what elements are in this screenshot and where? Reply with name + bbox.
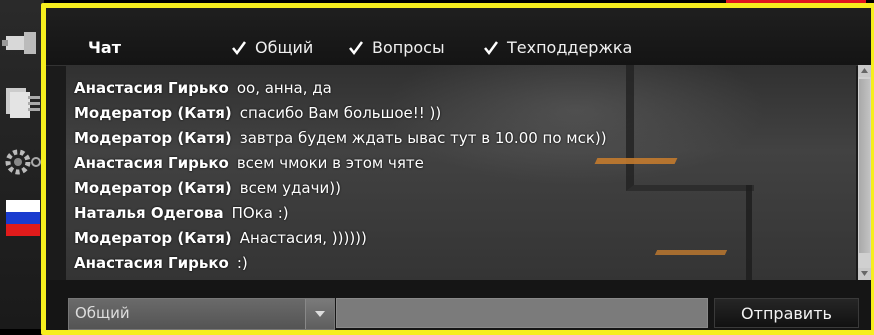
checkmark-icon[interactable] [348, 40, 364, 56]
russia-flag-icon[interactable] [6, 200, 40, 236]
message-author: Анастасия Гирько [74, 154, 229, 172]
chat-message: Модератор (Катя) всем удачи)) [74, 176, 856, 201]
scroll-up-button[interactable] [858, 65, 871, 77]
message-author: Анастасия Гирько [74, 79, 229, 97]
channel-select-value: Общий [75, 304, 130, 322]
channel-select[interactable]: Общий [68, 298, 335, 330]
scroll-thumb[interactable] [859, 79, 870, 253]
message-text: ПОка :) [231, 204, 289, 222]
chat-message: Модератор (Катя) спасибо Вам большое!! )) [74, 101, 856, 126]
chat-title: Чат [88, 38, 121, 57]
message-text: спасибо Вам большое!! )) [239, 104, 442, 122]
arrow-up-icon [861, 68, 868, 73]
message-text: оо, анна, да [236, 79, 332, 97]
filter-general[interactable]: Общий [231, 38, 313, 57]
filter-label: Общий [255, 38, 314, 57]
arrow-down-icon [861, 271, 868, 276]
filter-label: Техподдержка [507, 38, 633, 57]
messages: Анастасия Гирько оо, анна, да Модератор (… [74, 65, 856, 276]
message-text: Анастасия, )))))) [239, 229, 367, 247]
scroll-down-button[interactable] [858, 268, 871, 280]
chat-panel: Чат Общий Вопросы Техподдержка Анастасия… [41, 3, 874, 335]
gear-icon[interactable] [0, 142, 44, 182]
message-author: Наталья Одегова [74, 204, 224, 222]
message-partial [74, 65, 856, 76]
message-text: завтра будем ждать ывас тут в 10.00 по м… [239, 129, 607, 147]
chat-message: Анастасия Гирько всем чмоки в этом чяте [74, 151, 856, 176]
document-stack-icon[interactable] [0, 82, 44, 122]
message-input[interactable] [336, 298, 708, 328]
checkmark-icon[interactable] [231, 40, 247, 56]
message-text: :) [236, 254, 248, 272]
chat-header: Чат Общий Вопросы Техподдержка [46, 8, 871, 66]
send-button[interactable]: Отправить [714, 298, 859, 328]
chat-message: Наталья Одегова ПОка :) [74, 201, 856, 226]
message-scrollbar[interactable] [858, 65, 871, 280]
message-author: Модератор (Катя) [74, 129, 232, 147]
dropdown-button[interactable] [305, 299, 334, 329]
chat-message: Модератор (Катя) завтра будем ждать ывас … [74, 126, 856, 151]
filter-questions[interactable]: Вопросы [348, 38, 445, 57]
filter-label: Вопросы [372, 38, 445, 57]
message-text: всем удачи)) [239, 179, 341, 197]
message-author: Модератор (Катя) [74, 179, 232, 197]
filter-support[interactable]: Техподдержка [483, 38, 632, 57]
message-text: всем чмоки в этом чяте [236, 154, 424, 172]
message-list[interactable]: Анастасия Гирько оо, анна, да Модератор (… [66, 65, 856, 280]
chat-message: Анастасия Гирько оо, анна, да [74, 76, 856, 101]
message-author: Модератор (Катя) [74, 229, 232, 247]
camera-icon[interactable] [0, 22, 44, 62]
checkmark-icon[interactable] [483, 40, 499, 56]
chat-message: Анастасия Гирько:) [74, 251, 856, 276]
chevron-down-icon [315, 311, 325, 317]
message-author: Модератор (Катя) [74, 104, 232, 122]
composer-bar: Общий Отправить [46, 280, 871, 330]
chat-message: Модератор (Катя) Анастасия, )))))) [74, 226, 856, 251]
message-author: Анастасия Гирько [74, 254, 229, 272]
app-sidebar [0, 0, 44, 329]
